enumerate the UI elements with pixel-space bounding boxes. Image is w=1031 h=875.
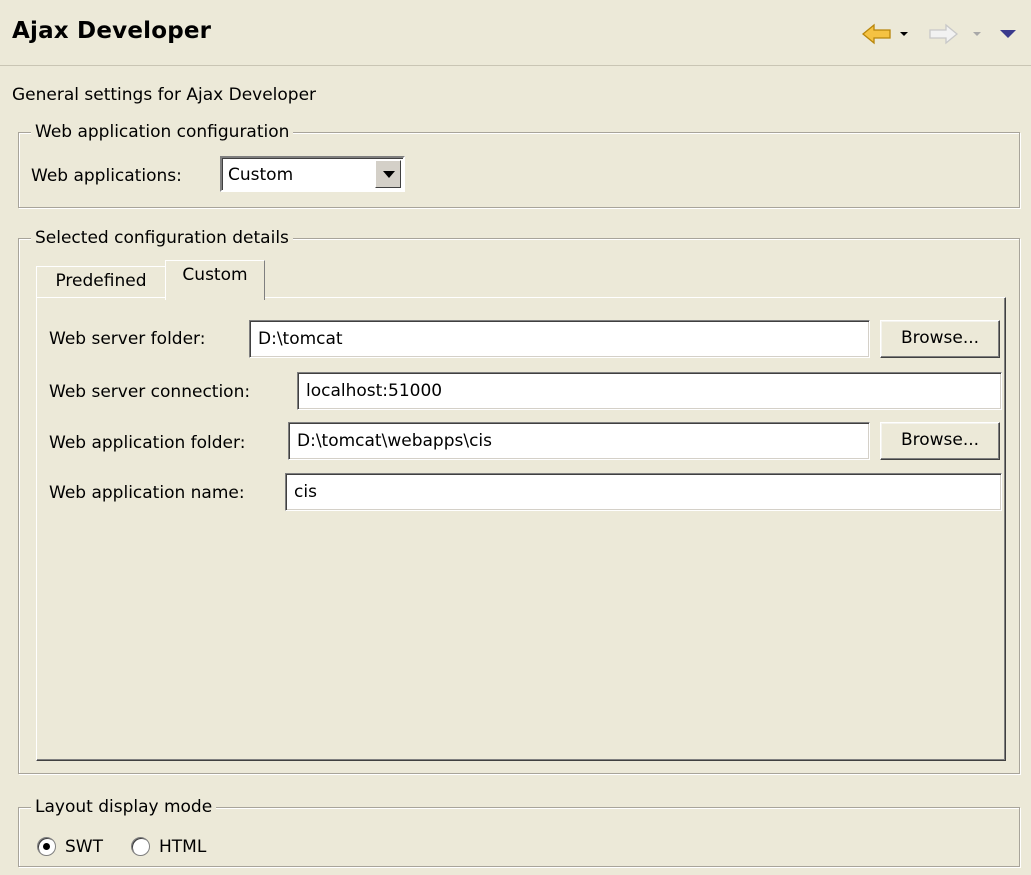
layout-mode-legend: Layout display mode [31,795,217,819]
view-title-bar: Ajax Developer [0,0,1031,66]
config-details-legend: Selected configuration details [31,226,293,250]
web-application-name-value: cis [294,482,317,502]
web-app-config-group: Web application configuration Web applic… [18,120,1020,208]
forward-dropdown-icon [970,20,984,48]
web-server-folder-value: D:\tomcat [258,329,343,349]
html-radio[interactable] [131,837,150,856]
back-arrow-icon[interactable] [860,20,894,48]
tab-custom[interactable]: Custom [165,260,265,300]
config-details-group: Selected configuration details Predefine… [18,226,1020,774]
forward-arrow-icon [926,20,960,48]
web-application-folder-input[interactable]: D:\tomcat\webapps\cis [288,422,870,460]
web-server-folder-input[interactable]: D:\tomcat [249,320,870,358]
view-menu-icon[interactable] [997,20,1019,48]
tab-predefined-label: Predefined [55,271,147,291]
browse-web-application-folder-button[interactable]: Browse... [880,422,1000,460]
browse-web-server-folder-button[interactable]: Browse... [880,320,1000,358]
web-applications-label: Web applications: [31,166,182,186]
swt-radio[interactable] [37,837,56,856]
swt-radio-label[interactable]: SWT [65,835,103,859]
tab-custom-label: Custom [182,265,248,285]
web-application-folder-label: Web application folder: [49,433,246,453]
web-applications-select-value: Custom [228,165,294,185]
chevron-down-icon[interactable] [375,160,401,188]
web-server-connection-label: Web server connection: [49,382,251,402]
web-server-folder-label: Web server folder: [49,329,206,349]
web-application-folder-value: D:\tomcat\webapps\cis [297,431,492,451]
page-title: Ajax Developer [12,18,212,44]
web-applications-select[interactable]: Custom [220,156,405,192]
web-application-name-label: Web application name: [49,483,245,503]
custom-tab-panel: Web server folder: D:\tomcat Browse... W… [36,297,1006,761]
tab-predefined[interactable]: Predefined [36,266,166,298]
back-dropdown-icon[interactable] [897,20,911,48]
layout-mode-group: Layout display mode SWT HTML [18,795,1020,867]
web-server-connection-value: localhost:51000 [306,381,443,401]
html-radio-label[interactable]: HTML [159,835,206,859]
web-application-name-input[interactable]: cis [285,473,1002,511]
page-description: General settings for Ajax Developer [12,85,317,105]
web-app-config-legend: Web application configuration [31,120,294,144]
web-server-connection-input[interactable]: localhost:51000 [297,372,1002,410]
